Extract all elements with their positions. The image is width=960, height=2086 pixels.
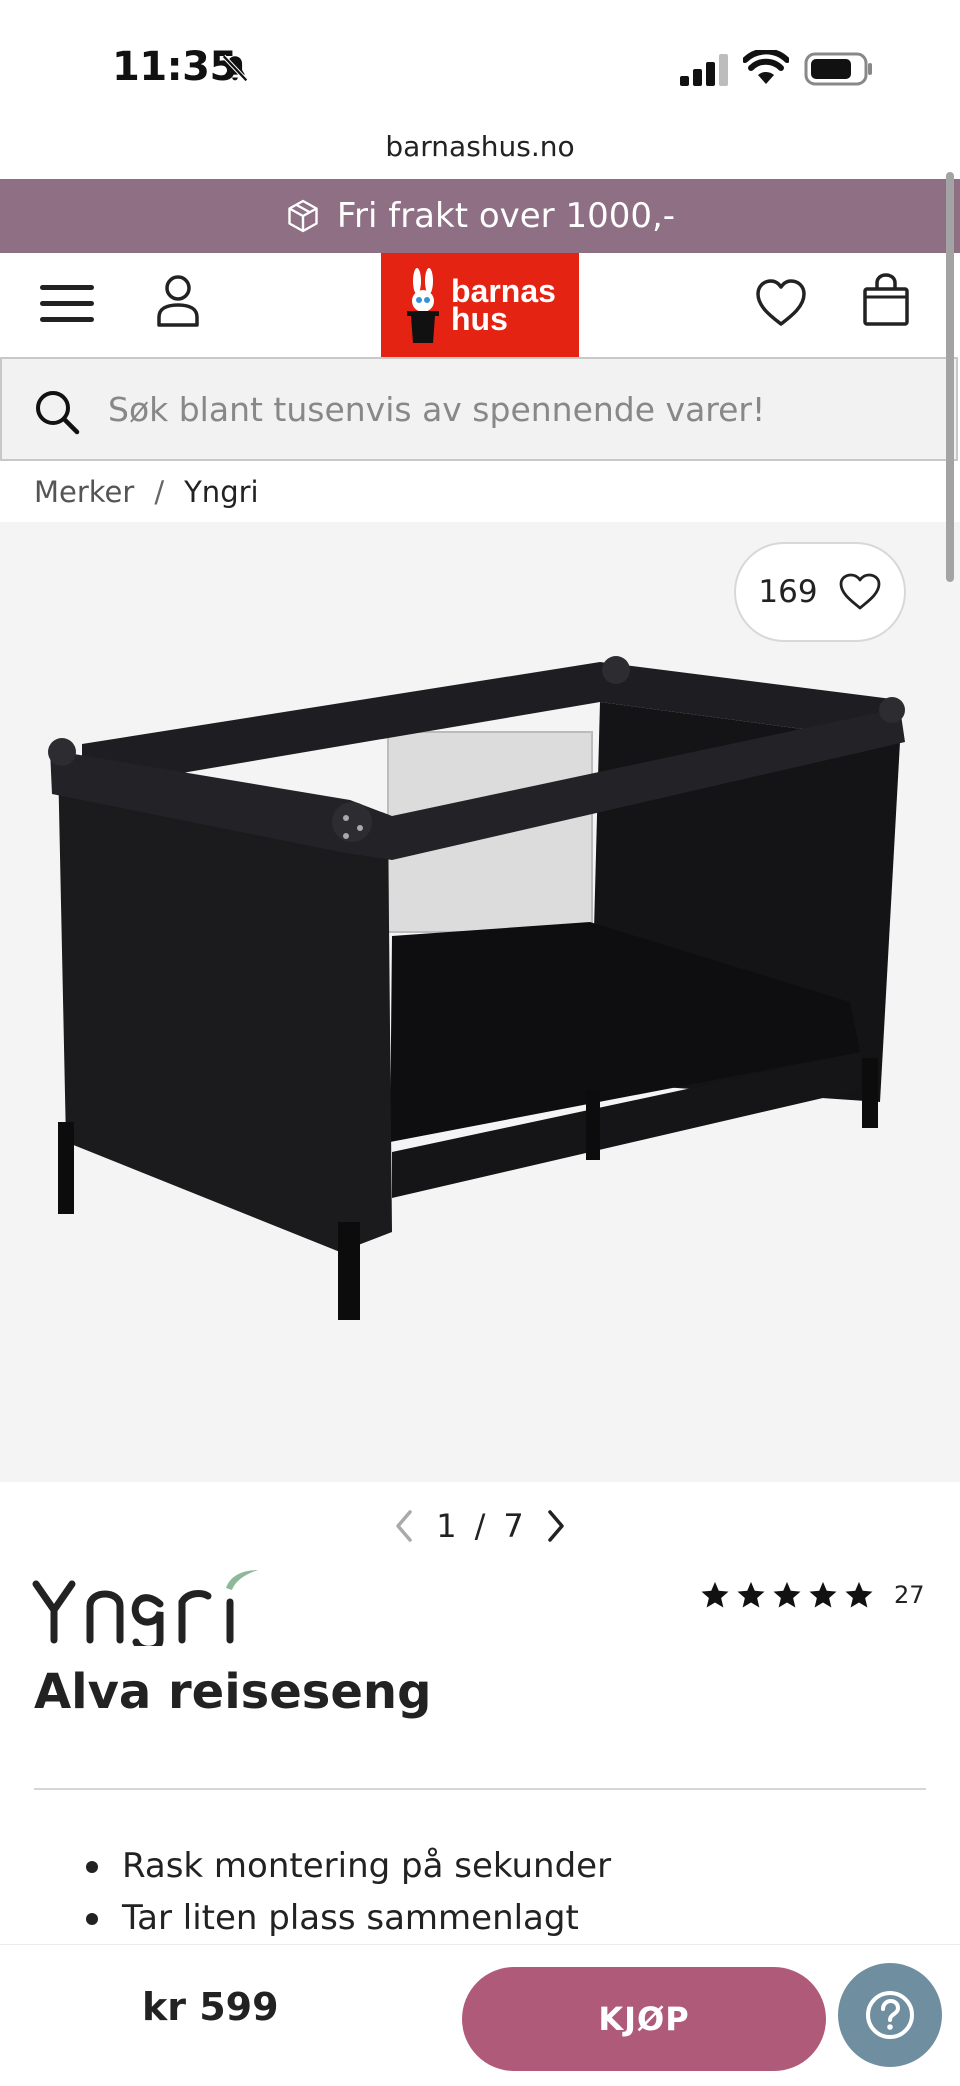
promo-text: Fri frakt over 1000,- xyxy=(336,196,676,236)
product-image-travel-cot[interactable] xyxy=(0,522,960,1482)
divider xyxy=(34,1788,926,1790)
feature-item: Tar liten plass sammenlagt xyxy=(86,1892,611,1944)
pager-total: 7 xyxy=(503,1507,524,1545)
search-bar xyxy=(0,357,958,461)
product-price: kr 599 xyxy=(142,1985,279,2029)
package-icon xyxy=(288,199,318,233)
product-rating[interactable]: 27 xyxy=(700,1580,925,1610)
breadcrumb-item-merker[interactable]: Merker xyxy=(34,475,134,509)
status-bar: 11:35 barnashus.no xyxy=(0,0,960,163)
feature-item: Rask montering på sekunder xyxy=(86,1840,611,1892)
logo-line-2: hus xyxy=(451,301,508,337)
battery-icon xyxy=(804,52,872,86)
chevron-right-icon[interactable] xyxy=(542,1508,570,1544)
star-icon xyxy=(701,1581,729,1608)
search-icon[interactable] xyxy=(34,389,80,435)
brand-logo-yngri[interactable] xyxy=(32,1566,272,1646)
site-logo[interactable]: barnas hus xyxy=(381,253,579,357)
image-pager: 1 / 7 xyxy=(0,1496,960,1556)
product-image-gallery[interactable]: 169 xyxy=(0,522,960,1482)
chevron-left-icon[interactable] xyxy=(390,1508,418,1544)
cellular-signal-icon xyxy=(680,54,728,86)
user-icon[interactable] xyxy=(154,273,202,329)
feature-list: Rask montering på sekunder Tar liten pla… xyxy=(86,1840,611,1944)
browser-url[interactable]: barnashus.no xyxy=(0,130,960,163)
help-button[interactable] xyxy=(838,1963,942,2067)
product-title: Alva reiseseng xyxy=(34,1664,432,1720)
pager-current: 1 xyxy=(436,1507,457,1545)
breadcrumb: Merker / Yngri xyxy=(34,462,259,522)
sticky-buy-bar: kr 599 KJØP xyxy=(0,1944,960,2086)
star-icon xyxy=(737,1581,765,1608)
menu-icon[interactable] xyxy=(38,279,96,329)
breadcrumb-item-yngri[interactable]: Yngri xyxy=(184,475,258,509)
star-icon xyxy=(809,1581,837,1608)
wifi-icon xyxy=(743,50,789,84)
free-shipping-banner: Fri frakt over 1000,- xyxy=(0,179,960,253)
star-icon xyxy=(773,1581,801,1608)
bell-slash-icon xyxy=(222,54,248,82)
bunny-hat-logo-icon xyxy=(407,268,439,343)
shopping-bag-icon[interactable] xyxy=(862,273,910,327)
logo-text: barnas hus xyxy=(451,275,556,337)
heart-icon xyxy=(839,573,880,610)
breadcrumb-separator: / xyxy=(154,475,165,509)
star-icon xyxy=(845,1581,873,1608)
page-scrollbar[interactable] xyxy=(946,172,954,582)
search-input[interactable] xyxy=(108,381,908,437)
pager-separator: / xyxy=(474,1507,486,1545)
heart-icon[interactable] xyxy=(754,277,808,329)
site-header: barnas hus xyxy=(0,253,960,357)
question-circle-icon xyxy=(866,1991,914,2039)
favorite-count: 169 xyxy=(758,574,818,610)
buy-button[interactable]: KJØP xyxy=(462,1967,826,2071)
favorite-button[interactable]: 169 xyxy=(734,542,906,642)
rating-count: 27 xyxy=(894,1581,925,1609)
